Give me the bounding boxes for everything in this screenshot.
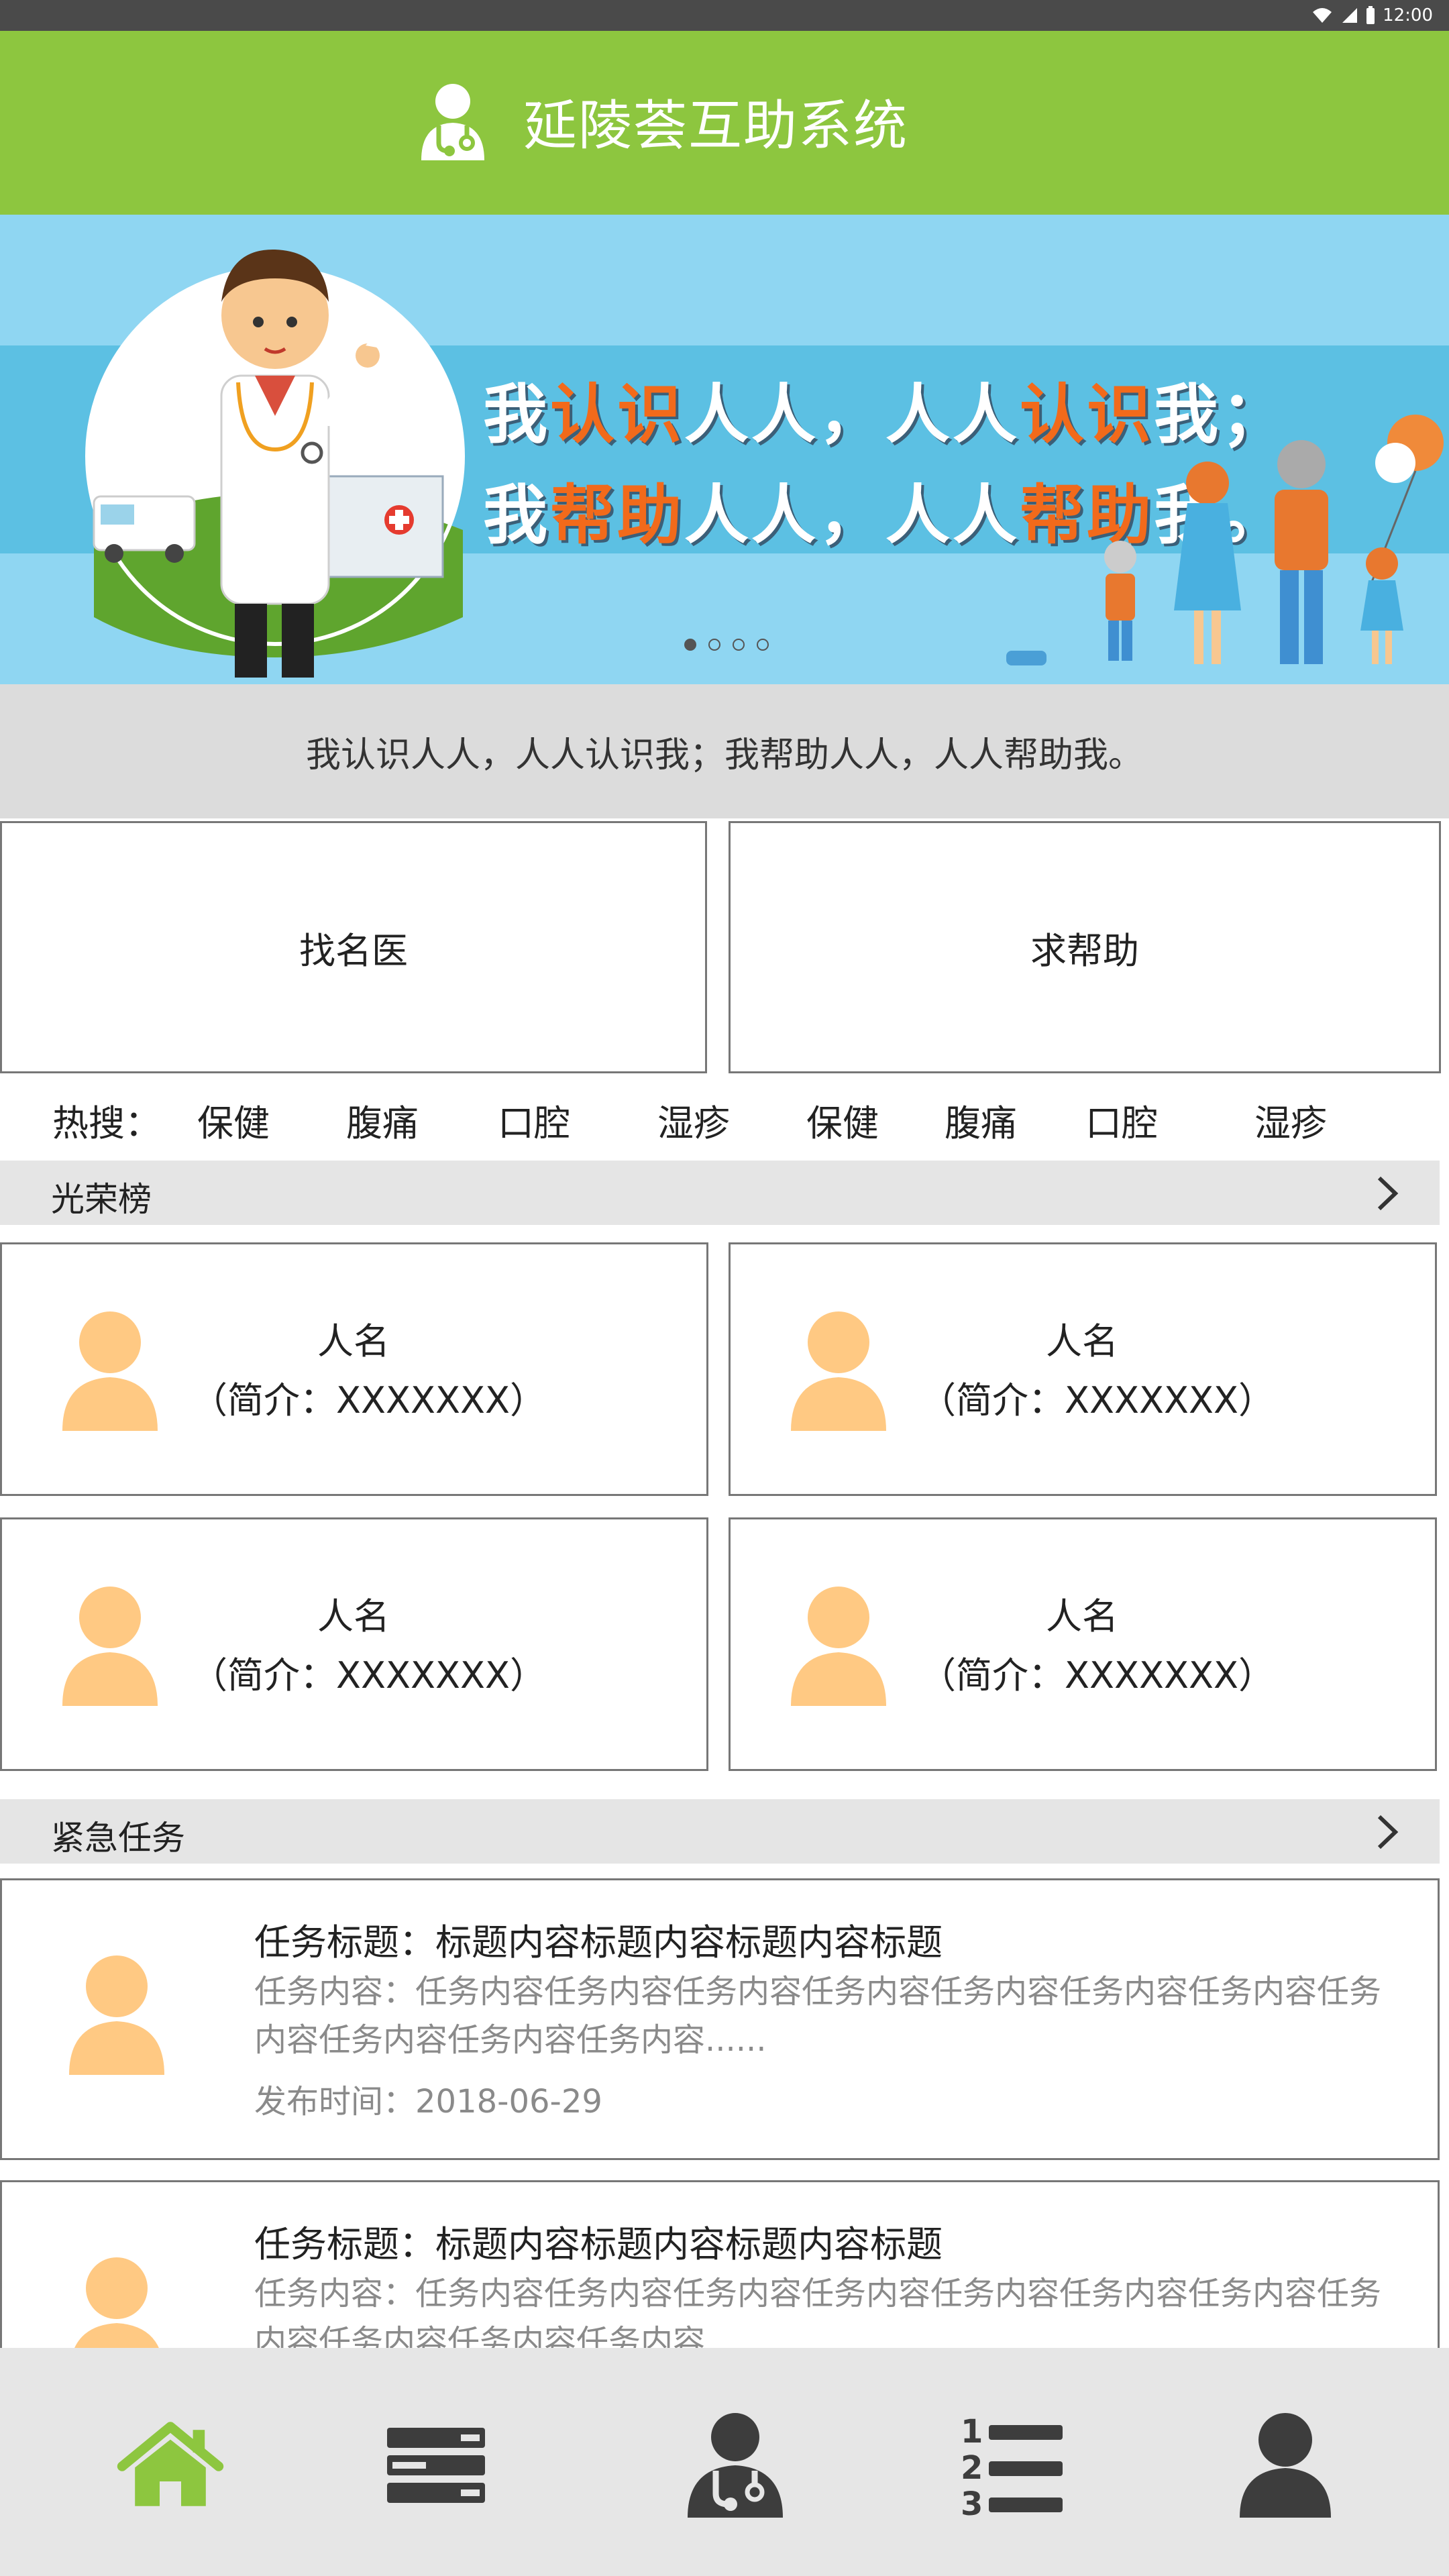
carousel-dot[interactable] bbox=[684, 639, 696, 651]
tab-list[interactable] bbox=[382, 2408, 490, 2522]
banner-family-illustration bbox=[1006, 415, 1444, 665]
hot-keyword[interactable]: 保健 bbox=[806, 1093, 879, 1146]
avatar-icon bbox=[791, 1311, 886, 1431]
battery-icon bbox=[1366, 6, 1375, 24]
chevron-right-icon[interactable] bbox=[1375, 1175, 1399, 1212]
honor-section-title: 光荣榜 bbox=[51, 1180, 152, 1219]
hot-keyword[interactable]: 口腔 bbox=[498, 1093, 570, 1146]
list-icon bbox=[387, 2428, 485, 2503]
honor-card[interactable]: 人名 （简介：XXXXXXX） bbox=[0, 1242, 708, 1496]
banner-carousel[interactable]: 我认识人人，人人认识我； 我帮助人人，人人帮助我。 bbox=[0, 215, 1449, 684]
ask-help-button[interactable]: 求帮助 bbox=[729, 821, 1441, 1073]
hot-keyword[interactable]: 腹痛 bbox=[945, 1093, 1017, 1146]
hot-search-label: 热搜： bbox=[52, 1102, 161, 1144]
honor-intro: （简介：XXXXXXX） bbox=[920, 1379, 1275, 1421]
tab-profile[interactable] bbox=[1232, 2408, 1339, 2522]
tab-doctor[interactable] bbox=[682, 2408, 789, 2522]
carousel-indicator bbox=[684, 639, 769, 651]
task-content: 任务内容：任务内容任务内容任务内容任务内容任务内容任务内容任务内容任务内容任务内… bbox=[254, 1973, 1382, 2059]
honor-name: 人名 bbox=[1046, 1595, 1118, 1638]
honor-intro: （简介：XXXXXXX） bbox=[191, 1379, 546, 1421]
svg-text:3: 3 bbox=[961, 2485, 983, 2519]
svg-text:2: 2 bbox=[961, 2449, 983, 2487]
tab-ranking[interactable]: 1 2 3 bbox=[957, 2408, 1064, 2522]
honor-card[interactable]: 人名 （简介：XXXXXXX） bbox=[729, 1242, 1437, 1496]
avatar-icon bbox=[62, 1587, 158, 1706]
task-item[interactable]: 任务标题：标题内容标题内容标题内容标题 任务内容：任务内容任务内容任务内容任务内… bbox=[0, 1878, 1440, 2160]
hot-keyword[interactable]: 湿疹 bbox=[657, 1093, 730, 1146]
doctor-icon bbox=[421, 84, 484, 160]
carousel-dot[interactable] bbox=[708, 639, 720, 651]
avatar-icon bbox=[791, 1587, 886, 1706]
hot-keyword[interactable]: 口腔 bbox=[1085, 1093, 1158, 1146]
hot-keyword[interactable]: 保健 bbox=[197, 1093, 270, 1146]
hot-keyword[interactable]: 腹痛 bbox=[346, 1093, 419, 1146]
urgent-section-header[interactable]: 紧急任务 bbox=[0, 1799, 1440, 1864]
task-time: 发布时间：2018-06-29 bbox=[254, 2083, 602, 2121]
banner-doctor-illustration bbox=[85, 249, 465, 678]
chevron-right-icon[interactable] bbox=[1375, 1814, 1399, 1850]
honor-name: 人名 bbox=[317, 1320, 390, 1362]
tab-home[interactable] bbox=[117, 2408, 224, 2522]
svg-text:1: 1 bbox=[961, 2413, 983, 2451]
honor-intro: （简介：XXXXXXX） bbox=[920, 1654, 1275, 1697]
wifi-icon bbox=[1313, 8, 1332, 23]
honor-card[interactable]: 人名 （简介：XXXXXXX） bbox=[0, 1517, 708, 1771]
user-icon bbox=[1240, 2413, 1331, 2518]
hot-keyword[interactable]: 湿疹 bbox=[1254, 1093, 1327, 1146]
app-title: 延陵荟互助系统 bbox=[523, 95, 908, 157]
honor-name: 人名 bbox=[1046, 1320, 1118, 1362]
carousel-dot[interactable] bbox=[757, 639, 769, 651]
status-time: 12:00 bbox=[1383, 5, 1433, 25]
avatar-icon bbox=[62, 1311, 158, 1431]
honor-intro: （简介：XXXXXXX） bbox=[191, 1654, 546, 1697]
task-title: 任务标题：标题内容标题内容标题内容标题 bbox=[254, 2223, 943, 2265]
honor-card[interactable]: 人名 （简介：XXXXXXX） bbox=[729, 1517, 1437, 1771]
status-bar: 12:00 bbox=[0, 0, 1449, 31]
honor-name: 人名 bbox=[317, 1595, 390, 1638]
urgent-section-title: 紧急任务 bbox=[51, 1819, 185, 1858]
task-title: 任务标题：标题内容标题内容标题内容标题 bbox=[254, 1921, 943, 1964]
slogan-text: 我认识人人，人人认识我；我帮助人人，人人帮助我。 bbox=[0, 684, 1449, 818]
avatar-icon bbox=[69, 1955, 164, 2075]
honor-section-header[interactable]: 光荣榜 bbox=[0, 1161, 1440, 1225]
app-header: 延陵荟互助系统 bbox=[0, 31, 1449, 215]
hot-search-row: 热搜： 保健 腹痛 口腔 湿疹 保健 腹痛 口腔 湿疹 bbox=[0, 1087, 1449, 1147]
ranking-icon: 1 2 3 bbox=[961, 2413, 1063, 2519]
bottom-tab-bar: 1 2 3 bbox=[0, 2348, 1449, 2576]
find-doctor-button[interactable]: 找名医 bbox=[0, 821, 707, 1073]
home-icon bbox=[117, 2422, 224, 2506]
signal-icon bbox=[1342, 8, 1358, 23]
doctor-icon bbox=[688, 2413, 783, 2518]
carousel-dot[interactable] bbox=[733, 639, 745, 651]
